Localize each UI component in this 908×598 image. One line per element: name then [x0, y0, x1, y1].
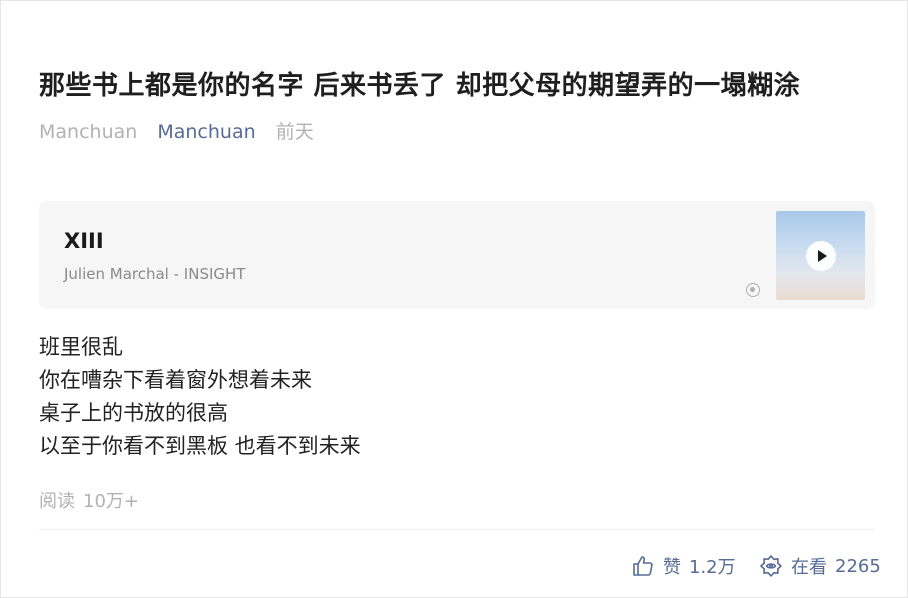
body-line: 班里很乱: [39, 335, 123, 359]
album-cover[interactable]: [776, 211, 865, 300]
read-count: 阅读 10万+: [39, 487, 147, 513]
thumbs-up-icon: [633, 556, 653, 576]
divider: [39, 529, 875, 530]
song-title: XIII: [64, 229, 104, 253]
article-body: 班里很乱 你在嘈杂下看着窗外想着未来 桌子上的书放的很高 以至于你看不到黑板 也…: [39, 331, 361, 463]
like-button[interactable]: 赞 1.2万: [631, 551, 736, 581]
read-value: 10万+: [83, 491, 139, 512]
body-line: 你在嘈杂下看着窗外想着未来: [39, 368, 312, 392]
article-title: 那些书上都是你的名字 后来书丢了 却把父母的期望弄的一塌糊涂: [39, 71, 801, 101]
read-label: 阅读: [39, 491, 75, 512]
watching-label: 在看: [791, 557, 827, 578]
body-line: 以至于你看不到黑板 也看不到未来: [39, 434, 361, 458]
like-label: 赞: [663, 557, 681, 578]
music-card[interactable]: XIII Julien Marchal - INSIGHT: [39, 201, 875, 309]
account-name-link[interactable]: Manchuan: [157, 121, 255, 143]
song-artist: Julien Marchal - INSIGHT: [64, 265, 246, 283]
article-meta: Manchuan Manchuan 前天: [39, 117, 328, 144]
watching-icon: [760, 555, 782, 577]
author-name: Manchuan: [39, 121, 138, 143]
article-page: 那些书上都是你的名字 后来书丢了 却把父母的期望弄的一塌糊涂 Manchuan …: [0, 0, 908, 598]
watching-button[interactable]: 在看 2265: [759, 551, 881, 581]
publish-time: 前天: [275, 121, 314, 143]
watching-count: 2265: [835, 555, 881, 577]
qq-music-icon: [746, 283, 760, 297]
like-count: 1.2万: [689, 557, 736, 578]
play-icon[interactable]: [806, 241, 836, 271]
body-line: 桌子上的书放的很高: [39, 401, 228, 425]
